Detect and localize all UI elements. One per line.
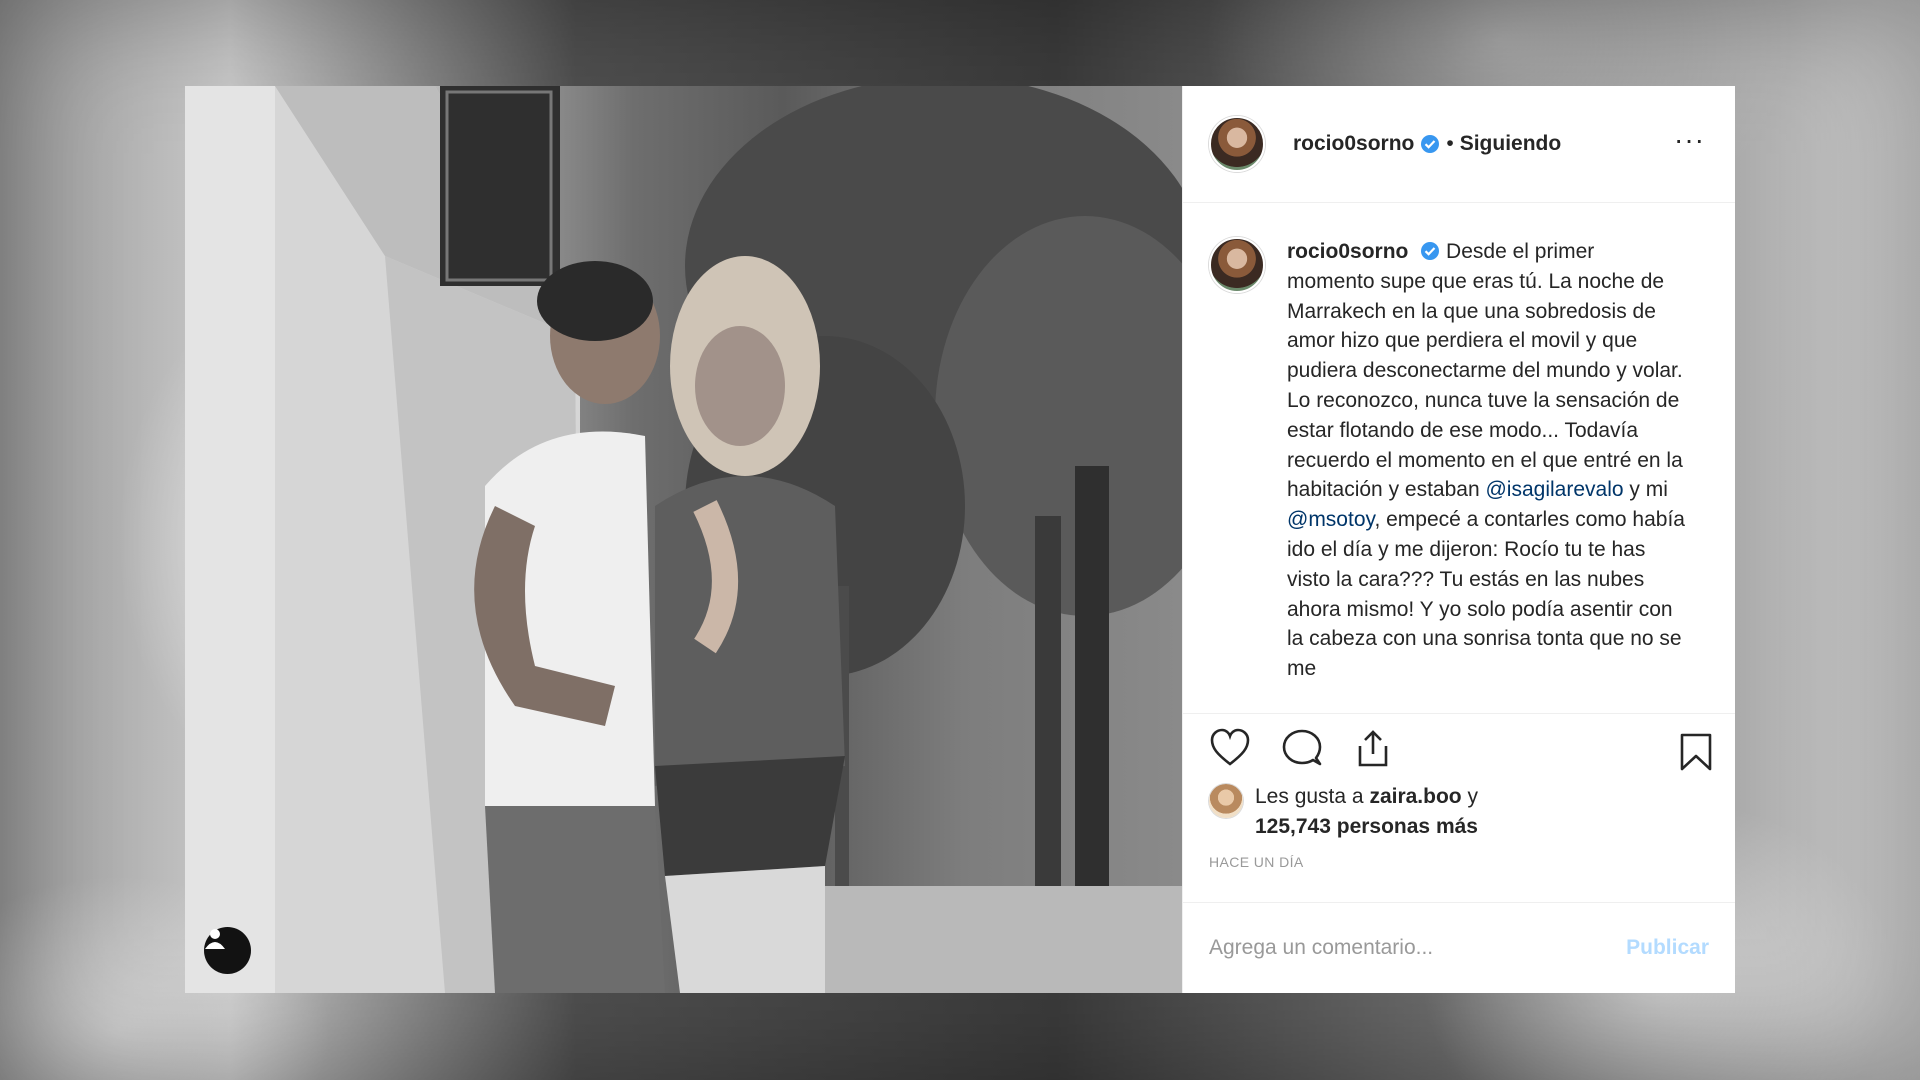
liker-avatar[interactable] [1209,784,1243,818]
post-header: rocio0sorno • Siguiendo ··· [1183,86,1735,203]
likes-prefix: Les gusta a [1255,785,1364,808]
mention-link[interactable]: @isagilarevalo [1485,478,1623,501]
share-icon [1358,730,1388,767]
verified-icon [1421,242,1440,260]
post-caption: rocio0sorno Desde el primer momento supe… [1287,237,1687,713]
action-bar [1183,714,1735,782]
caption-avatar[interactable] [1209,237,1265,293]
like-button[interactable] [1209,728,1251,768]
separator-dot: • [1446,132,1454,155]
user-tag-button[interactable] [204,927,251,974]
follow-status-button[interactable]: Siguiendo [1460,132,1562,156]
bookmark-icon [1680,733,1712,771]
save-button[interactable] [1679,732,1713,777]
comments-section[interactable]: rocio0sorno Desde el primer momento supe… [1183,203,1735,714]
caption-username[interactable]: rocio0sorno [1287,240,1408,263]
caption-text: , empecé a contarles como había ido el d… [1287,508,1685,681]
author-username[interactable]: rocio0sorno [1293,132,1414,156]
likes-count[interactable]: 125,743 personas más [1255,815,1478,838]
verified-icon [1421,135,1440,153]
add-comment-bar: Agrega un comentario... Publicar [1183,902,1735,993]
likes-text: Les gusta a zaira.boo y 125,743 personas… [1255,782,1478,842]
liker-username[interactable]: zaira.boo [1369,785,1461,808]
more-options-icon[interactable]: ··· [1674,126,1705,154]
comment-icon [1282,729,1322,766]
user-tag-icon [205,929,225,949]
likes-summary: Les gusta a zaira.boo y 125,743 personas… [1183,782,1735,842]
author-avatar[interactable] [1209,116,1265,172]
post-card: rocio0sorno • Siguiendo ··· rocio0sorno … [185,86,1735,993]
likes-suffix: y [1467,785,1478,808]
post-sidebar: rocio0sorno • Siguiendo ··· rocio0sorno … [1182,86,1735,993]
mention-link[interactable]: @msotoy [1287,508,1374,531]
photo-illustration [185,86,1182,993]
post-photo[interactable] [185,86,1182,993]
caption-text: y mi [1629,478,1668,502]
post-timestamp[interactable]: HACE UN DÍA [1183,854,1735,870]
comment-button[interactable] [1281,728,1323,768]
share-button[interactable] [1353,728,1393,768]
heart-icon [1210,728,1250,766]
publish-button[interactable]: Publicar [1626,936,1709,960]
comment-input[interactable]: Agrega un comentario... [1209,936,1626,960]
caption-text: Desde el primer momento supe que eras tú… [1287,240,1683,502]
